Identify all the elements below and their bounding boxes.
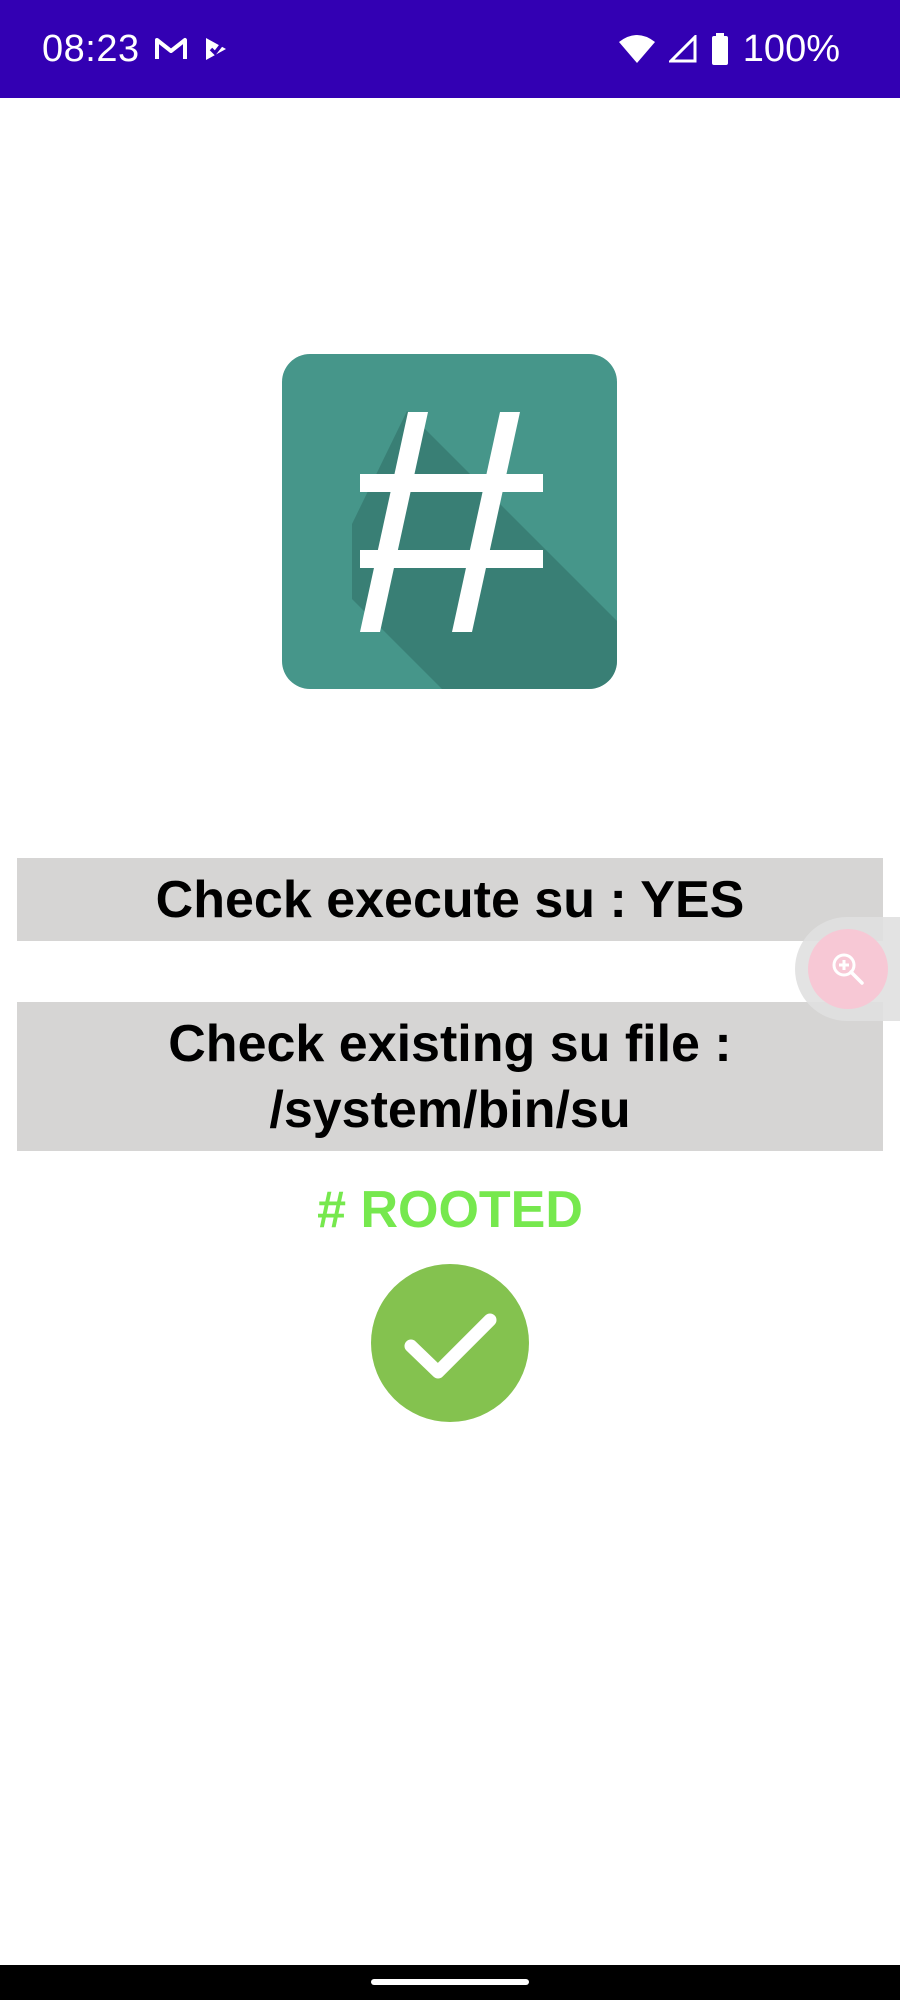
check-existing-su-file: Check existing su file : /system/bin/su xyxy=(17,1002,883,1151)
status-left: 08:23 xyxy=(42,28,230,71)
checkmark-icon xyxy=(371,1264,529,1422)
task-check-icon xyxy=(202,35,230,63)
check-execute-su: Check execute su : YES xyxy=(17,858,883,941)
battery-percent: 100% xyxy=(742,27,840,70)
navigation-bar xyxy=(0,1965,900,2000)
hash-icon xyxy=(282,354,617,689)
status-time: 08:23 xyxy=(42,27,140,70)
home-gesture-pill[interactable] xyxy=(371,1979,529,1985)
status-right: 100% xyxy=(618,27,840,71)
gmail-icon xyxy=(154,36,188,62)
signal-icon xyxy=(668,35,697,63)
rooted-status: # ROOTED xyxy=(317,1181,583,1239)
status-bar: 08:23 100% xyxy=(0,0,900,98)
wifi-icon xyxy=(618,34,655,64)
zoom-in-icon[interactable] xyxy=(808,929,888,1009)
battery-icon xyxy=(711,33,729,65)
